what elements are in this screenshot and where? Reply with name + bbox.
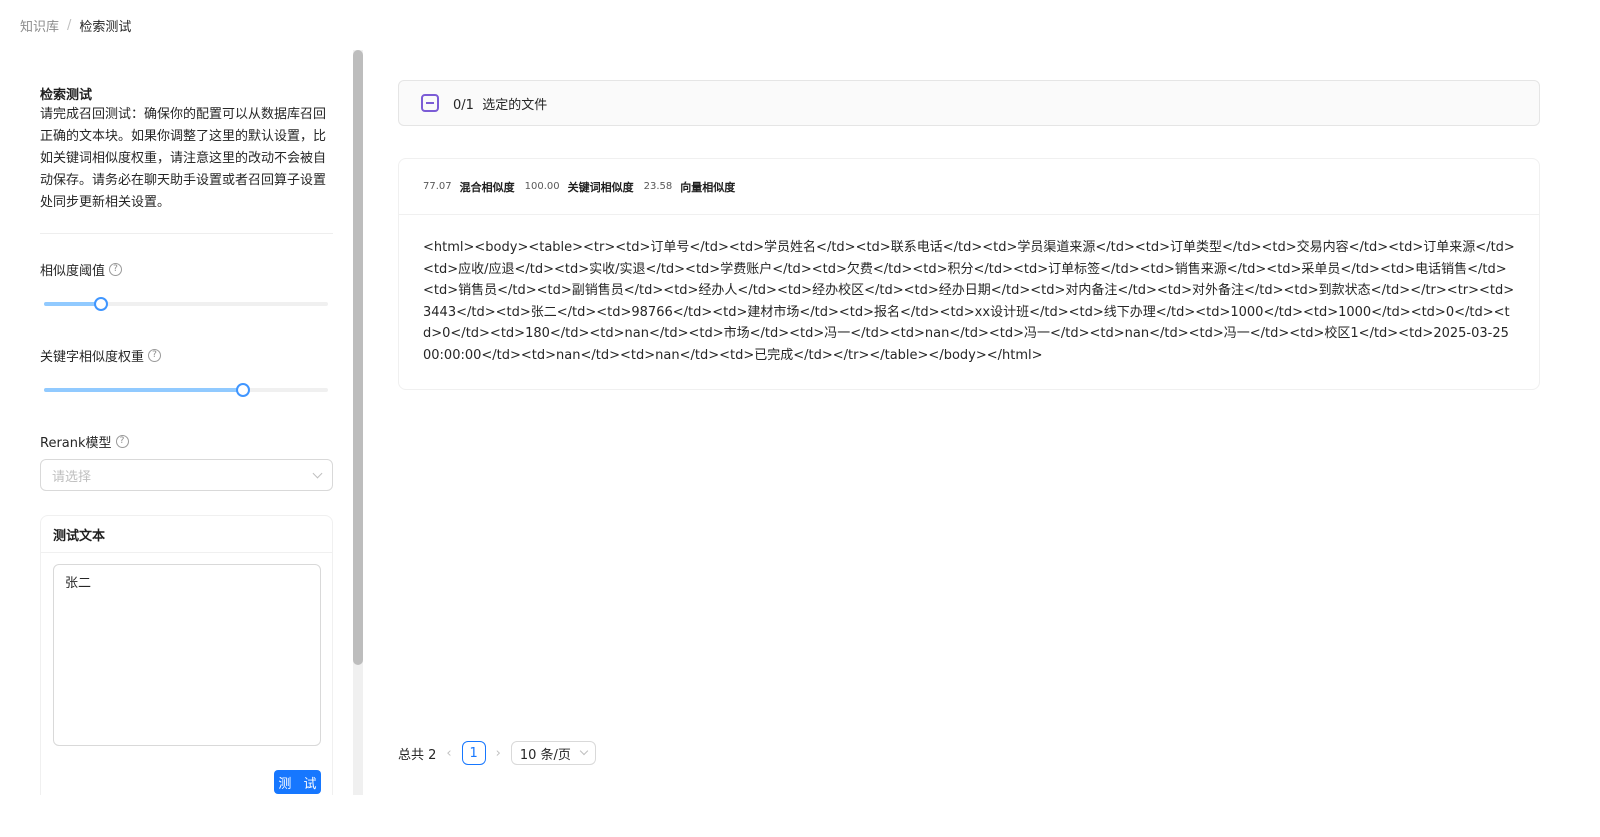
intro-description: 请完成召回测试：确保你的配置可以从数据库召回正确的文本块。如果你调整了这里的默认… <box>40 107 327 210</box>
result-content: <html><body><table><tr><td>订单号</td><td>学… <box>423 240 1515 363</box>
intro-title: 检索测试 <box>40 88 93 103</box>
breadcrumb: 知识库 / 检索测试 <box>20 16 131 35</box>
breadcrumb-current: 检索测试 <box>79 20 132 35</box>
slider-handle[interactable] <box>93 297 108 311</box>
page-size-select[interactable]: 10 条/页 <box>510 741 596 765</box>
prev-page-icon[interactable]: ‹ <box>446 746 451 761</box>
result-card: 77.07 混合相似度 100.00 关键词相似度 23.58 向量相似度 <h… <box>398 158 1540 390</box>
keyword-weight-slider[interactable] <box>44 383 328 397</box>
scrollbar[interactable] <box>353 50 363 795</box>
chevron-down-icon <box>579 746 589 756</box>
slider-track <box>44 388 243 392</box>
test-text-input[interactable]: 张二 <box>53 564 321 746</box>
hybrid-score: 77.07 <box>423 181 452 192</box>
next-page-icon[interactable]: › <box>496 746 501 761</box>
help-icon[interactable]: ? <box>148 349 162 362</box>
similarity-threshold-slider[interactable] <box>44 297 328 311</box>
help-icon[interactable]: ? <box>109 263 123 276</box>
test-card: 测试文本 张二 测 试 <box>40 515 333 795</box>
scrollbar-thumb[interactable] <box>353 50 363 665</box>
pagination-total: 总共 2 <box>398 747 437 763</box>
selected-files-bar[interactable]: 0/1 选定的文件 <box>398 80 1540 126</box>
slider-track <box>44 302 101 306</box>
pagination: 总共 2 ‹ 1 › 10 条/页 <box>398 741 596 765</box>
chevron-down-icon <box>312 468 323 478</box>
collapse-icon[interactable] <box>421 94 439 112</box>
vector-score: 23.58 <box>643 181 673 192</box>
keyword-weight-label: 关键字相似度权重 ? <box>40 346 162 365</box>
divider <box>40 233 333 234</box>
rerank-model-select[interactable]: 请选择 <box>40 459 333 491</box>
test-card-title: 测试文本 <box>41 516 332 553</box>
settings-panel: 检索测试 请完成召回测试：确保你的配置可以从数据库召回正确的文本块。如果你调整了… <box>0 50 352 795</box>
selected-files-text: 0/1 选定的文件 <box>453 97 548 113</box>
vector-score-label: 向量相似度 <box>680 180 736 194</box>
breadcrumb-separator: / <box>67 18 72 33</box>
rerank-model-label: Rerank模型 ? <box>40 432 129 451</box>
keyword-score-label: 关键词相似度 <box>567 180 634 194</box>
current-page[interactable]: 1 <box>461 741 486 765</box>
test-button[interactable]: 测 试 <box>274 770 321 794</box>
result-scores: 77.07 混合相似度 100.00 关键词相似度 23.58 向量相似度 <box>399 159 1539 215</box>
help-icon[interactable]: ? <box>115 435 129 448</box>
breadcrumb-parent[interactable]: 知识库 <box>20 16 59 35</box>
select-placeholder: 请选择 <box>52 469 92 485</box>
slider-handle[interactable] <box>235 383 250 397</box>
keyword-score: 100.00 <box>524 181 560 192</box>
similarity-threshold-label: 相似度阈值 ? <box>40 260 123 279</box>
hybrid-score-label: 混合相似度 <box>459 180 515 194</box>
